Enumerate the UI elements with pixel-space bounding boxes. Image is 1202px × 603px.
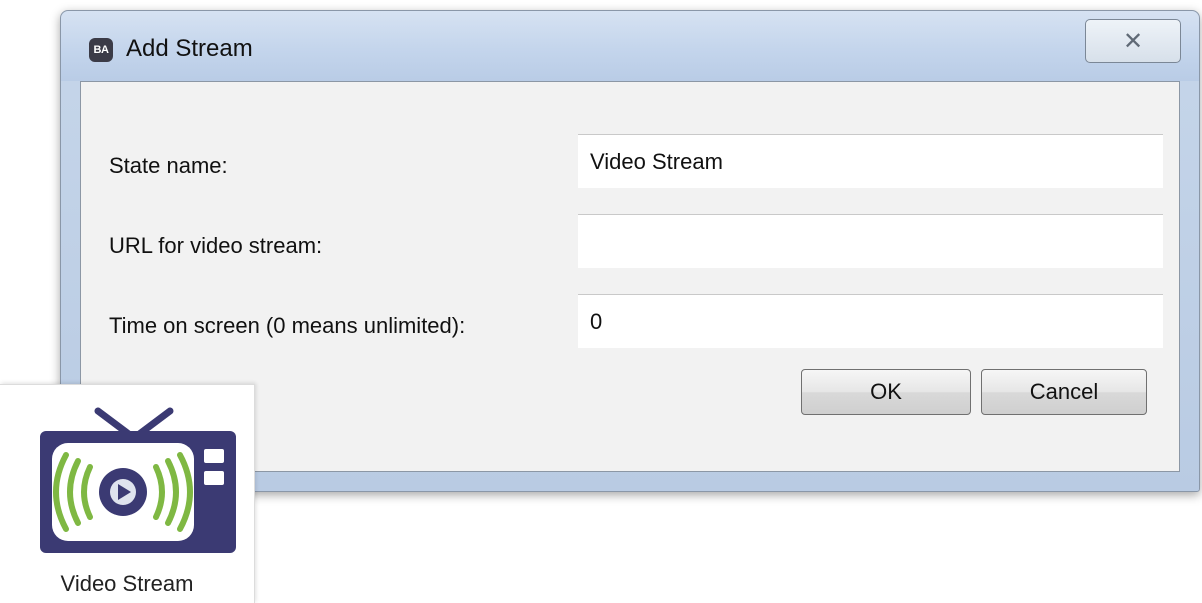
close-button[interactable]: ✕ bbox=[1085, 19, 1181, 63]
cancel-button[interactable]: Cancel bbox=[981, 369, 1147, 415]
url-label: URL for video stream: bbox=[109, 233, 323, 258]
time-on-screen-input[interactable]: 0 bbox=[578, 294, 1163, 348]
app-icon-text: BA bbox=[93, 44, 109, 56]
state-name-label: State name: bbox=[109, 153, 228, 178]
video-stream-label: Video Stream bbox=[60, 571, 194, 596]
dialog-titlebar[interactable]: BA Add Stream ✕ bbox=[61, 11, 1199, 81]
tv-stream-icon bbox=[40, 407, 236, 553]
close-icon: ✕ bbox=[1122, 27, 1144, 55]
state-name-input[interactable]: Video Stream bbox=[578, 134, 1163, 188]
app-icon: BA bbox=[89, 38, 113, 62]
ok-button[interactable]: OK bbox=[801, 369, 971, 415]
url-input[interactable] bbox=[578, 214, 1163, 268]
video-stream-tile[interactable]: Video Stream bbox=[0, 384, 255, 603]
dialog-title: Add Stream bbox=[126, 35, 253, 62]
time-on-screen-label: Time on screen (0 means unlimited): bbox=[109, 313, 466, 338]
